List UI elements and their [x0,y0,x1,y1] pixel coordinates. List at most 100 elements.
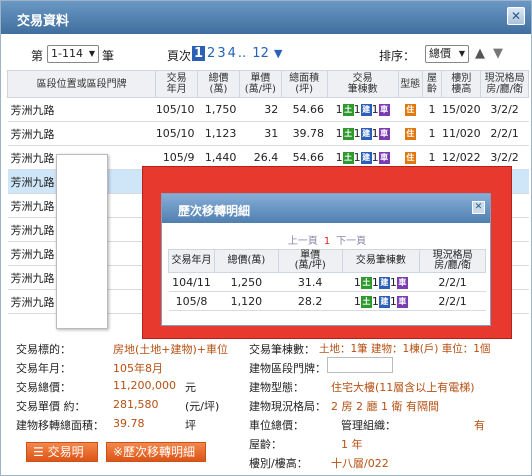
land-badge-icon: 土 [342,104,354,116]
h-cell-date: 105/8 [168,291,215,311]
page-4[interactable]: 4 [228,46,236,61]
list-icon: ☰ [33,445,48,459]
h-cell-unit: 31.4 [278,272,343,292]
layout-label: 建物現況格局： [249,400,326,413]
cell-address: 芳洲九路 [7,121,156,146]
history-row[interactable]: 104/11 1,250 31.4 1 土 1 建 1 車 2/2/1 [168,272,486,292]
col-floor[interactable]: 樓別 樓高 [441,70,482,98]
land-badge-icon: 土 [342,152,354,164]
page-numbers: 1 2 3 4.. 12 ▼ [191,46,282,61]
col-count[interactable]: 交易 筆棟數 [326,70,399,98]
cell-date: 105/10 [155,97,198,122]
date-value: 105年8月 [113,362,163,375]
h-col-count: 交易筆棟數 [341,249,421,273]
park-total-label: 車位總價： [249,419,304,432]
sort-desc-icon[interactable]: ▼ [493,46,503,61]
address-dropdown[interactable] [56,154,108,329]
table-row[interactable]: 芳洲九路 105/10 1,750 32 54.66 1 土 1 建 1 車住 1 15/020 3/2/… [7,97,529,122]
parking-badge-icon: 車 [378,128,390,140]
close-icon[interactable]: ✕ [472,201,485,214]
unit-value: 281,580 [113,398,159,411]
residence-badge-icon: 住 [404,128,416,140]
cell-total: 1,123 [197,121,240,146]
col-unit[interactable]: 單價 (萬/坪) [238,70,282,98]
col-age[interactable]: 屋 齡 [421,70,443,98]
prev-page-link[interactable]: 上一頁 [288,236,318,247]
h-cell-total: 1,120 [214,291,279,311]
door-label: 建物區段門牌： [249,362,326,375]
col-total[interactable]: 總價 (萬) [197,70,240,98]
history-row[interactable]: 105/8 1,120 28.2 1 土 1 建 1 車 2/2/1 [168,291,486,311]
unit-label: 交易單價 約： [16,400,86,413]
land-badge-icon: 土 [360,276,372,289]
cell-park-count: 1 [371,103,379,116]
unit-unit: (元/坪) [185,400,220,413]
h-cell-land-count: 1 [353,275,361,289]
next-page-icon[interactable]: ▼ [274,47,282,60]
residence-badge-icon: 住 [404,104,416,116]
building-badge-icon: 建 [360,128,372,140]
h-cell-park-count: 1 [389,294,397,308]
page-1[interactable]: 1 [192,46,206,61]
parking-badge-icon: 車 [378,152,390,164]
cell-bldg-count: 1 [353,151,361,164]
count-value: 土地：1筆 建物：1棟(戶) 車位：1個 [319,343,491,355]
land-badge-icon: 土 [360,295,372,308]
chevron-down-icon: ▼ [458,49,465,58]
history-table: 交易年月 總價(萬) 單價 (萬/坪) 交易筆棟數 現況格局 房/廳/衛 104… [168,249,486,311]
cell-land-count: 1 [335,127,343,140]
building-badge-icon: 建 [378,295,390,308]
range-value: 1-114 [51,47,83,60]
h-col-layout: 現況格局 房/廳/衛 [419,249,486,273]
land-badge-icon: 土 [342,128,354,140]
building-badge-icon: 建 [360,104,372,116]
target-value: 房地(土地+建物)+車位 [113,343,229,356]
col-date[interactable]: 交易 年月 [155,70,199,98]
total-label: 交易總價： [16,381,71,394]
col-type[interactable]: 型態 [397,70,423,98]
age-value: 1 年 [341,438,363,451]
cell-floor: 15/020 [441,97,481,122]
parking-badge-icon: 車 [378,104,390,116]
h-cell-unit: 28.2 [278,291,343,311]
building-badge-icon: 建 [360,152,372,164]
cell-unit: 32 [239,97,282,122]
sort-select[interactable]: 總價 ▼ [425,45,469,63]
h-cell-land-count: 1 [353,294,361,308]
close-icon[interactable]: ✕ [507,7,525,25]
cell-layout: 3/2/2 [480,97,529,122]
transaction-detail-button[interactable]: ☰ 交易明細 [26,442,98,475]
page-3[interactable]: 3 [217,46,225,61]
chevron-down-icon: ▼ [88,49,95,58]
cell-land-count: 1 [335,103,343,116]
next-page-link[interactable]: 下一頁 [336,236,366,247]
range-select[interactable]: 1-114 ▼ [47,45,99,63]
parking-badge-icon: 車 [396,295,408,308]
h-cell-total: 1,250 [214,272,279,292]
residence-badge-icon: 住 [404,152,416,164]
modal-current-page: 1 [323,236,331,247]
col-layout[interactable]: 現況格局 房/廳/衛 [480,70,529,98]
col-area[interactable]: 總面積 (坪) [280,70,328,98]
page-2[interactable]: 2 [207,46,215,61]
total-unit: 元 [185,381,196,394]
bldg-type-value: 住宅大樓(11層含以上有電梯) [331,381,475,394]
floor-value: 十八層/022 [331,457,389,470]
history-header: 交易年月 總價(萬) 單價 (萬/坪) 交易筆棟數 現況格局 房/廳/衛 [168,249,486,273]
page-12[interactable]: 12 [252,46,269,61]
h-col-unit: 單價 (萬/坪) [277,249,343,273]
cell-floor: 11/020 [441,121,481,146]
table-header: 區段位置或區段門牌 交易 年月 總價 (萬) 單價 (萬/坪) 總面積 (坪) … [6,70,529,98]
mgmt-value: 有 [474,419,485,432]
h-cell-layout: 2/2/1 [419,272,486,292]
area-label: 建物移轉總面積： [16,419,104,432]
cell-park-count: 1 [371,127,379,140]
transfer-history-label: ※歷次移轉明細 [113,445,196,459]
cell-bldg-count: 1 [353,103,361,116]
sort-asc-icon[interactable]: ▲ [475,46,485,61]
h-cell-park-count: 1 [389,275,397,289]
col-address[interactable]: 區段位置或區段門牌 [6,70,157,98]
table-row[interactable]: 芳洲九路 105/10 1,123 31 39.78 1 土 1 建 1 車住 1 11/020 2/2/… [7,121,529,146]
transfer-history-button[interactable]: ※歷次移轉明細 [106,442,206,462]
cell-date: 105/10 [155,121,198,146]
